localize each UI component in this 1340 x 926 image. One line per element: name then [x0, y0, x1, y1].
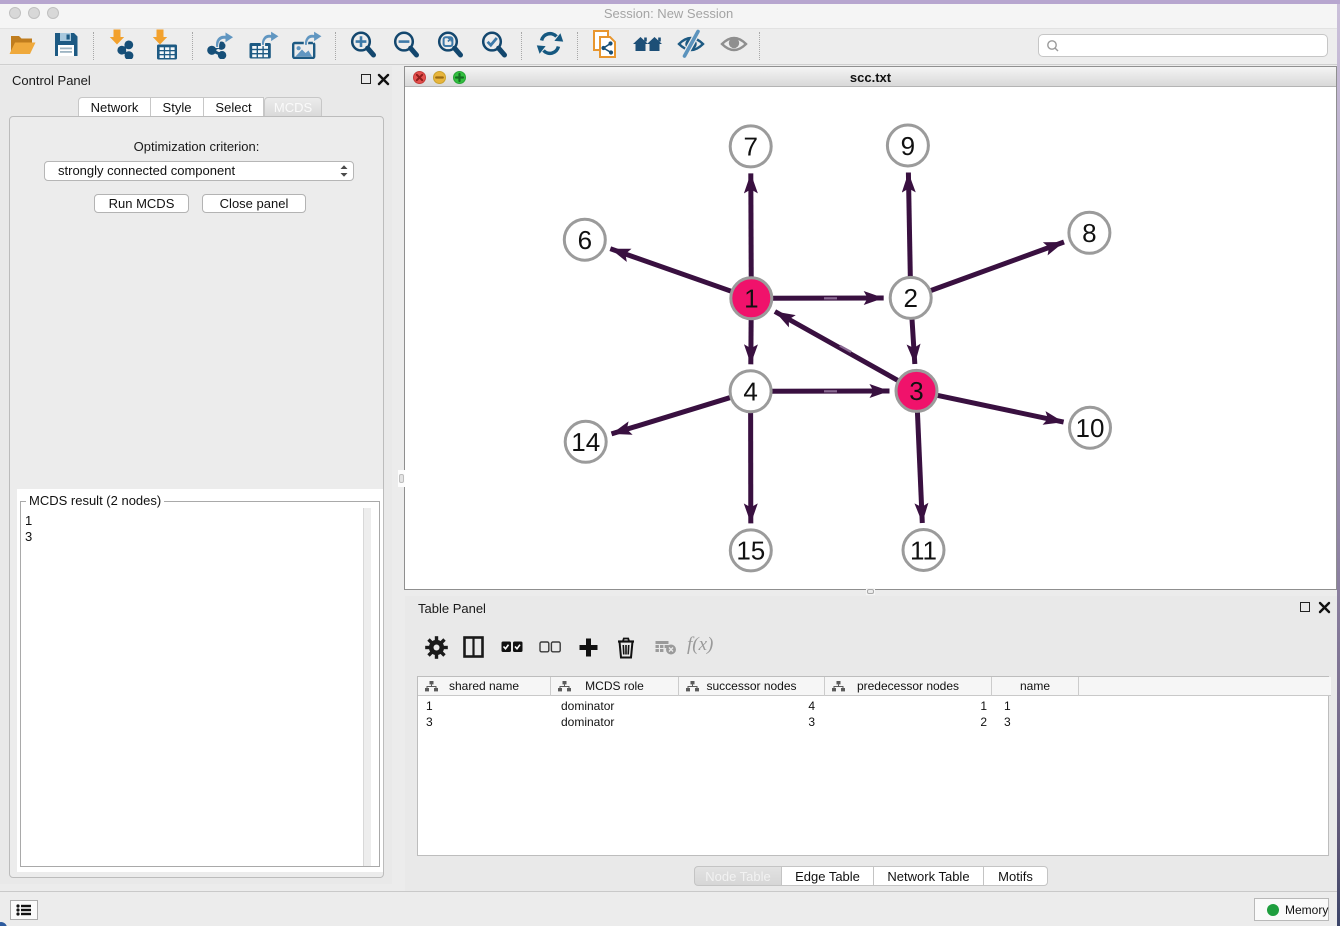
svg-text:4: 4: [743, 377, 757, 407]
svg-text:1: 1: [744, 284, 758, 314]
svg-text:3: 3: [909, 376, 923, 406]
svg-text:7: 7: [743, 132, 757, 162]
svg-text:9: 9: [901, 131, 915, 161]
svg-text:2: 2: [903, 283, 917, 313]
svg-text:10: 10: [1076, 413, 1105, 443]
svg-text:14: 14: [571, 427, 600, 457]
svg-text:11: 11: [910, 535, 937, 565]
svg-text:8: 8: [1082, 218, 1096, 248]
svg-text:15: 15: [736, 536, 765, 566]
svg-text:6: 6: [578, 225, 592, 255]
